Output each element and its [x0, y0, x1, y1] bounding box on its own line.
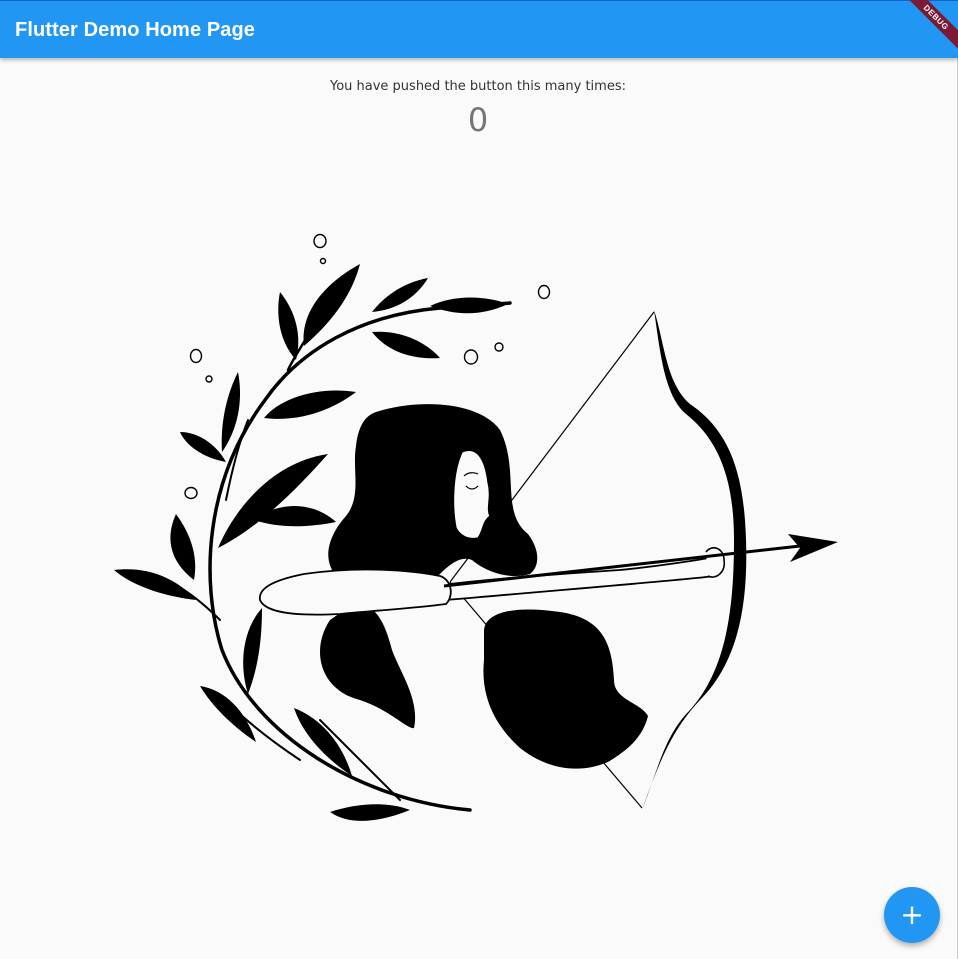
archer-woman-icon	[114, 233, 838, 821]
add-icon: +	[900, 898, 924, 931]
app-bar-title: Flutter Demo Home Page	[15, 19, 256, 41]
increment-button[interactable]: +	[884, 887, 940, 943]
counter-message: You have pushed the button this many tim…	[329, 79, 626, 94]
app-bar: Flutter Demo Home Page	[0, 0, 958, 58]
counter-value: 0	[467, 101, 489, 139]
